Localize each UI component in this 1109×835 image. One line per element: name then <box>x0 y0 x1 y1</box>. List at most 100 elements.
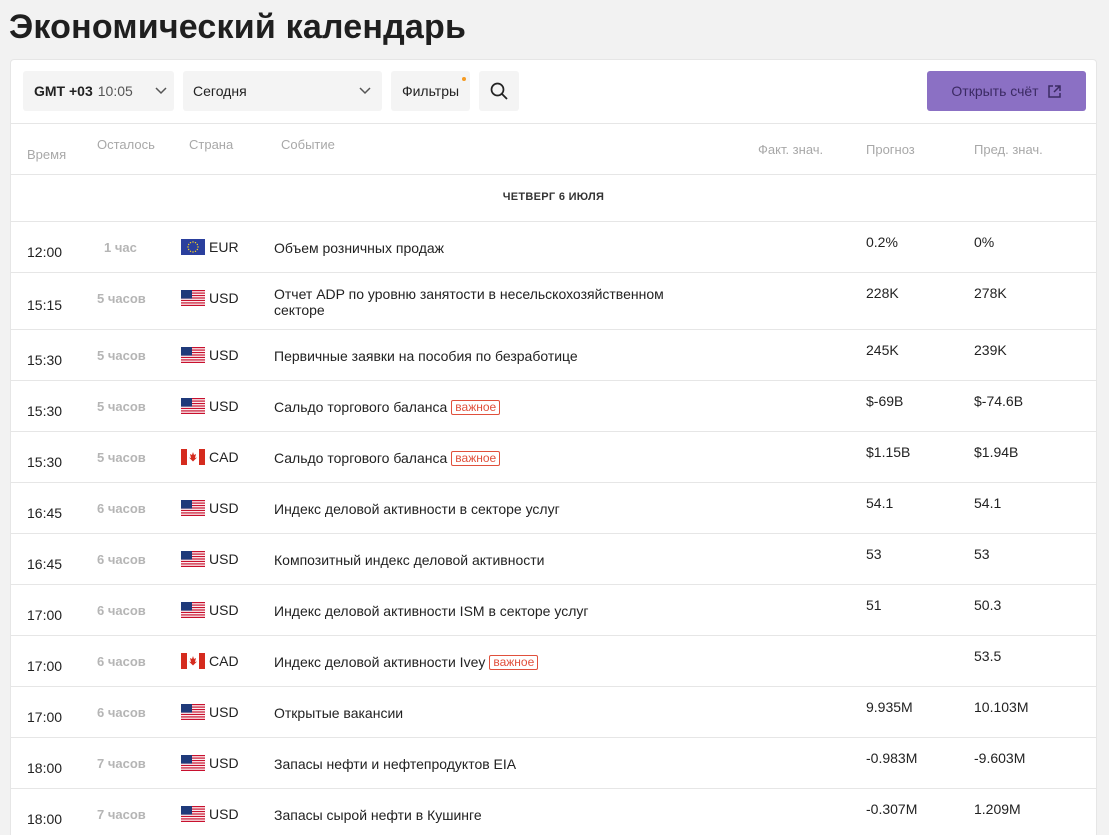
event-name: Индекс деловой активности ISM в секторе … <box>274 603 694 619</box>
currency-code: EUR <box>209 239 239 255</box>
event-title: Сальдо торгового баланса <box>274 399 448 415</box>
timezone-select[interactable]: GMT +03 10:05 <box>23 71 174 111</box>
time-left: 6 часов <box>97 705 146 720</box>
previous-value: $-74.6B <box>974 393 1024 409</box>
forecast-value: 9.935M <box>866 699 913 715</box>
forecast-value: $-69B <box>866 393 904 409</box>
table-row[interactable]: 18:00 7 часов USD Запасы сырой нефти в Куши… <box>11 789 1096 835</box>
event-time: 17:00 <box>27 658 63 674</box>
table-row[interactable]: 17:00 6 часов USD Индекс деловой активности… <box>11 585 1096 636</box>
event-time: 17:00 <box>27 709 63 725</box>
timezone-label: GMT +03 <box>34 83 93 99</box>
us-flag-icon <box>181 347 205 363</box>
external-link-icon <box>1047 84 1061 98</box>
us-flag-icon <box>181 398 205 414</box>
event-name: Объем розничных продаж <box>274 240 694 256</box>
eu-flag-icon <box>181 239 205 255</box>
previous-value: 10.103M <box>974 699 1029 715</box>
event-title: Первичные заявки на пособия по безработи… <box>274 348 578 364</box>
search-button[interactable] <box>479 71 519 111</box>
forecast-value: 245K <box>866 342 899 358</box>
event-title: Объем розничных продаж <box>274 240 445 256</box>
table-row[interactable]: 15:30 5 часов CAD Сальдо торгового баланса в… <box>11 432 1096 483</box>
previous-value: 50.3 <box>974 597 1002 613</box>
currency-code: USD <box>209 398 239 414</box>
event-name: Сальдо торгового баланса важное <box>274 450 694 466</box>
table-row[interactable]: 15:15 5 часов USD Отчет ADP по уровню занят… <box>11 273 1096 330</box>
event-title: Индекс деловой активности Ivey <box>274 654 486 670</box>
event-time: 15:30 <box>27 454 63 470</box>
currency-code: USD <box>209 806 239 822</box>
us-flag-icon <box>181 806 205 822</box>
forecast-value: 54.1 <box>866 495 894 511</box>
event-name: Запасы нефти и нефтепродуктов EIA <box>274 756 694 772</box>
event-name: Сальдо торгового баланса важное <box>274 399 694 415</box>
country-cell: CAD <box>181 653 239 669</box>
event-time: 15:30 <box>27 352 63 368</box>
time-left: 1 час <box>104 240 137 255</box>
currency-code: USD <box>209 551 239 567</box>
day-select[interactable]: Сегодня <box>183 71 382 111</box>
event-name: Индекс деловой активности Ivey важное <box>274 654 694 670</box>
event-title: Сальдо торгового баланса <box>274 450 448 466</box>
time-left: 7 часов <box>97 756 146 771</box>
forecast-value: -0.307M <box>866 801 918 817</box>
chevron-down-icon <box>155 87 167 95</box>
open-account-button[interactable]: Открыть счёт <box>927 71 1086 111</box>
us-flag-icon <box>181 500 205 516</box>
event-name: Индекс деловой активности в секторе услу… <box>274 501 694 517</box>
table-row[interactable]: 16:45 6 часов USD Композитный индекс делово… <box>11 534 1096 585</box>
column-header-forecast: Прогноз <box>866 142 915 157</box>
time-left: 6 часов <box>97 603 146 618</box>
forecast-value: 228K <box>866 285 899 301</box>
table-row[interactable]: 17:00 6 часов CAD Индекс деловой активности… <box>11 636 1096 687</box>
filters-label: Фильтры <box>401 83 460 99</box>
filters-button[interactable]: Фильтры <box>391 71 470 111</box>
column-header-left: Осталось <box>97 137 155 152</box>
toolbar: GMT +03 10:05 Сегодня Фильтры Открыть сч… <box>11 60 1096 124</box>
us-flag-icon <box>181 755 205 771</box>
country-cell: USD <box>181 551 239 567</box>
country-cell: USD <box>181 500 239 516</box>
event-time: 16:45 <box>27 556 63 572</box>
previous-value: 1.209M <box>974 801 1021 817</box>
currency-code: CAD <box>209 653 239 669</box>
event-name: Отчет ADP по уровню занятости в несельск… <box>274 286 694 318</box>
us-flag-icon <box>181 290 205 306</box>
time-left: 6 часов <box>97 501 146 516</box>
table-row[interactable]: 12:00 1 час EUR Объем розничных продаж 0.2% 0… <box>11 222 1096 273</box>
column-header-country: Страна <box>189 137 234 152</box>
table-row[interactable]: 18:00 7 часов USD Запасы нефти и нефтепроду… <box>11 738 1096 789</box>
us-flag-icon <box>181 551 205 567</box>
country-cell: USD <box>181 806 239 822</box>
previous-value: 54.1 <box>974 495 1002 511</box>
time-left: 5 часов <box>97 291 146 306</box>
previous-value: -9.603M <box>974 750 1026 766</box>
day-group-header: ЧЕТВЕРГ 6 ИЮЛЯ <box>11 175 1096 222</box>
event-name: Запасы сырой нефти в Кушинге <box>274 807 694 823</box>
country-cell: USD <box>181 347 239 363</box>
calendar-card: GMT +03 10:05 Сегодня Фильтры Открыть сч… <box>10 59 1097 835</box>
table-row[interactable]: 15:30 5 часов USD Сальдо торгового баланса в… <box>11 381 1096 432</box>
currency-code: USD <box>209 755 239 771</box>
day-group-label: ЧЕТВЕРГ 6 ИЮЛЯ <box>502 191 605 203</box>
column-header-event: Событие <box>281 137 335 152</box>
filters-indicator-dot <box>462 77 466 81</box>
previous-value: 278K <box>974 285 1007 301</box>
previous-value: 53.5 <box>974 648 1002 664</box>
table-row[interactable]: 16:45 6 часов USD Индекс деловой активности… <box>11 483 1096 534</box>
previous-value: 239K <box>974 342 1007 358</box>
country-cell: USD <box>181 398 239 414</box>
time-left: 5 часов <box>97 399 146 414</box>
time-left: 6 часов <box>97 654 146 669</box>
event-time: 16:45 <box>27 505 63 521</box>
chevron-down-icon <box>359 87 371 95</box>
event-title: Запасы сырой нефти в Кушинге <box>274 807 482 823</box>
country-cell: CAD <box>181 449 239 465</box>
table-row[interactable]: 15:30 5 часов USD Первичные заявки на пособ… <box>11 330 1096 381</box>
day-select-value: Сегодня <box>193 83 247 99</box>
table-row[interactable]: 17:00 6 часов USD Открытые вакансии 9.935M 10… <box>11 687 1096 738</box>
forecast-value: -0.983M <box>866 750 918 766</box>
event-title: Индекс деловой активности ISM в секторе … <box>274 603 589 619</box>
time-left: 6 часов <box>97 552 146 567</box>
